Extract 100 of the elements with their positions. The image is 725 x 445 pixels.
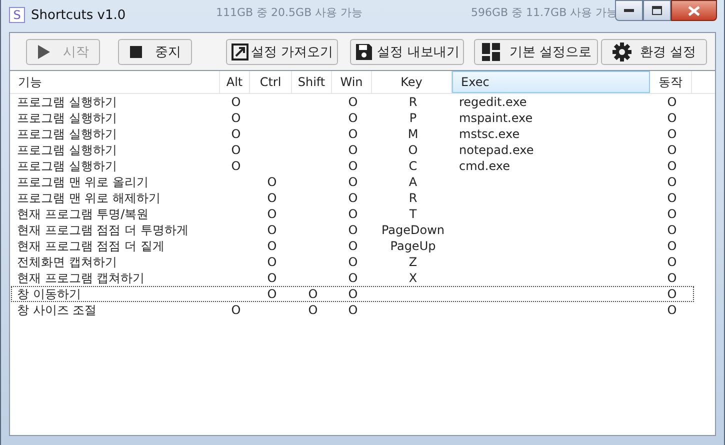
- table-cell: O: [348, 175, 358, 189]
- maximize-button[interactable]: [643, 0, 671, 21]
- toolbar-button[interactable]: 설정 내보내기: [350, 38, 464, 64]
- table-cell: notepad.exe: [459, 143, 534, 157]
- table-cell: 현재 프로그램 투명/복원: [17, 207, 149, 221]
- table-cell: O: [348, 95, 358, 109]
- table-row[interactable]: 프로그램 맨 위로 해제하기 O O R O: [11, 190, 714, 206]
- table-cell: T: [409, 207, 417, 221]
- column-header[interactable]: 기능: [10, 71, 220, 93]
- table-cell: C: [408, 159, 418, 173]
- table-row[interactable]: 전체화면 캡쳐하기 O O Z O: [11, 254, 714, 270]
- table-cell: O: [667, 239, 677, 253]
- column-header[interactable]: Exec: [452, 71, 650, 93]
- table-cell: O: [267, 191, 277, 205]
- minimize-icon: [624, 8, 634, 12]
- table-cell: O: [348, 287, 358, 301]
- table-cell: P: [409, 111, 417, 125]
- table-cell: O: [308, 303, 318, 317]
- table-cell: O: [348, 143, 358, 157]
- table-cell: 프로그램 실행하기: [17, 143, 117, 157]
- table-cell: PageDown: [381, 223, 445, 237]
- table-cell: R: [408, 191, 418, 205]
- table-cell: 프로그램 실행하기: [17, 127, 117, 141]
- toolbar-button[interactable]: 중지: [118, 38, 192, 64]
- table-cell: O: [267, 271, 277, 285]
- close-button[interactable]: [671, 0, 717, 21]
- table-row[interactable]: 프로그램 실행하기 O O O notepad.exe O: [11, 142, 714, 158]
- table-cell: 전체화면 캡쳐하기: [17, 255, 117, 269]
- table-cell: O: [267, 287, 277, 301]
- stop-icon: [129, 44, 143, 58]
- column-header[interactable]: Win: [332, 71, 372, 93]
- table-cell: O: [667, 175, 677, 189]
- table-cell: O: [231, 303, 241, 317]
- table-row[interactable]: 창 사이즈 조절 O O O O: [11, 302, 714, 318]
- table-cell: cmd.exe: [459, 159, 510, 173]
- table-cell: 창 사이즈 조절: [17, 303, 97, 317]
- table-cell: O: [231, 127, 241, 141]
- toolbar-button[interactable]: 설정 가져오기: [226, 38, 338, 64]
- table-row[interactable]: 현재 프로그램 투명/복원 O O T O: [11, 206, 714, 222]
- close-icon: [688, 6, 700, 16]
- table-cell: PageUp: [390, 239, 436, 253]
- table-cell: O: [667, 223, 677, 237]
- table-row[interactable]: 창 이동하기 O O O O: [11, 286, 694, 302]
- table-cell: O: [231, 143, 241, 157]
- table-cell: mstsc.exe: [459, 127, 520, 141]
- table-cell: 현재 프로그램 점점 더 투명하게: [17, 223, 188, 237]
- table-row[interactable]: 현재 프로그램 점점 더 투명하게 O O PageDown O: [11, 222, 714, 238]
- table-cell: 프로그램 맨 위로 해제하기: [17, 191, 160, 205]
- table-cell: 현재 프로그램 캡쳐하기: [17, 271, 145, 285]
- table-row[interactable]: 프로그램 실행하기 O O P mspaint.exe O: [11, 110, 714, 126]
- floppy-icon: [355, 42, 374, 60]
- table-cell: O: [231, 95, 241, 109]
- table-cell: O: [667, 111, 677, 125]
- table-cell: 프로그램 실행하기: [17, 95, 117, 109]
- table-row[interactable]: 프로그램 맨 위로 올리기 O O A O: [11, 174, 714, 190]
- table-cell: O: [308, 287, 318, 301]
- table-cell: O: [667, 95, 677, 109]
- column-header[interactable]: Alt: [220, 71, 250, 93]
- table-cell: O: [348, 271, 358, 285]
- settings-icon: [612, 42, 632, 62]
- maximize-icon: [652, 6, 662, 15]
- column-header[interactable]: 동작: [650, 71, 692, 93]
- table-cell: mspaint.exe: [459, 111, 533, 125]
- table-cell: O: [348, 207, 358, 221]
- table-cell: A: [408, 175, 418, 189]
- table-cell: O: [348, 223, 358, 237]
- toolbar-button[interactable]: 기본 설정으로: [474, 38, 598, 64]
- table-row[interactable]: 프로그램 실행하기 O O C cmd.exe O: [11, 158, 714, 174]
- minimize-button[interactable]: [615, 0, 643, 21]
- table-cell: 프로그램 실행하기: [17, 111, 117, 125]
- table-cell: regedit.exe: [459, 95, 527, 109]
- table-cell: O: [348, 191, 358, 205]
- table-row[interactable]: 현재 프로그램 점점 더 짙게 O O PageUp O: [11, 238, 714, 254]
- table-cell: O: [408, 143, 418, 157]
- app-icon: S: [9, 7, 25, 23]
- table-cell: 프로그램 맨 위로 올리기: [17, 175, 148, 189]
- table-cell: O: [267, 255, 277, 269]
- table-cell: O: [348, 239, 358, 253]
- table-cell: O: [667, 255, 677, 269]
- table-cell: O: [667, 207, 677, 221]
- table-cell: 현재 프로그램 점점 더 짙게: [17, 239, 164, 253]
- table-cell: M: [408, 127, 418, 141]
- table-cell: O: [267, 239, 277, 253]
- column-header[interactable]: Ctrl: [250, 71, 292, 93]
- table-cell: 프로그램 실행하기: [17, 159, 117, 173]
- table-cell: O: [231, 111, 241, 125]
- table-row[interactable]: 프로그램 실행하기 O O M mstsc.exe O: [11, 126, 714, 142]
- table-cell: O: [348, 255, 358, 269]
- play-icon: [37, 44, 51, 60]
- table-cell: O: [667, 143, 677, 157]
- table-cell: O: [267, 223, 277, 237]
- column-header[interactable]: Shift: [292, 71, 332, 93]
- table-cell: O: [231, 159, 241, 173]
- table-row[interactable]: 현재 프로그램 캡쳐하기 O O X O: [11, 270, 714, 286]
- table-cell: O: [667, 303, 677, 317]
- table-cell: O: [267, 175, 277, 189]
- background-text: 596GB 중 11.7GB 사용 가능: [471, 5, 618, 20]
- table-cell: O: [348, 159, 358, 173]
- toolbar-button[interactable]: 환경 설정: [600, 38, 707, 64]
- table-row[interactable]: 프로그램 실행하기 O O R regedit.exe O: [11, 94, 714, 110]
